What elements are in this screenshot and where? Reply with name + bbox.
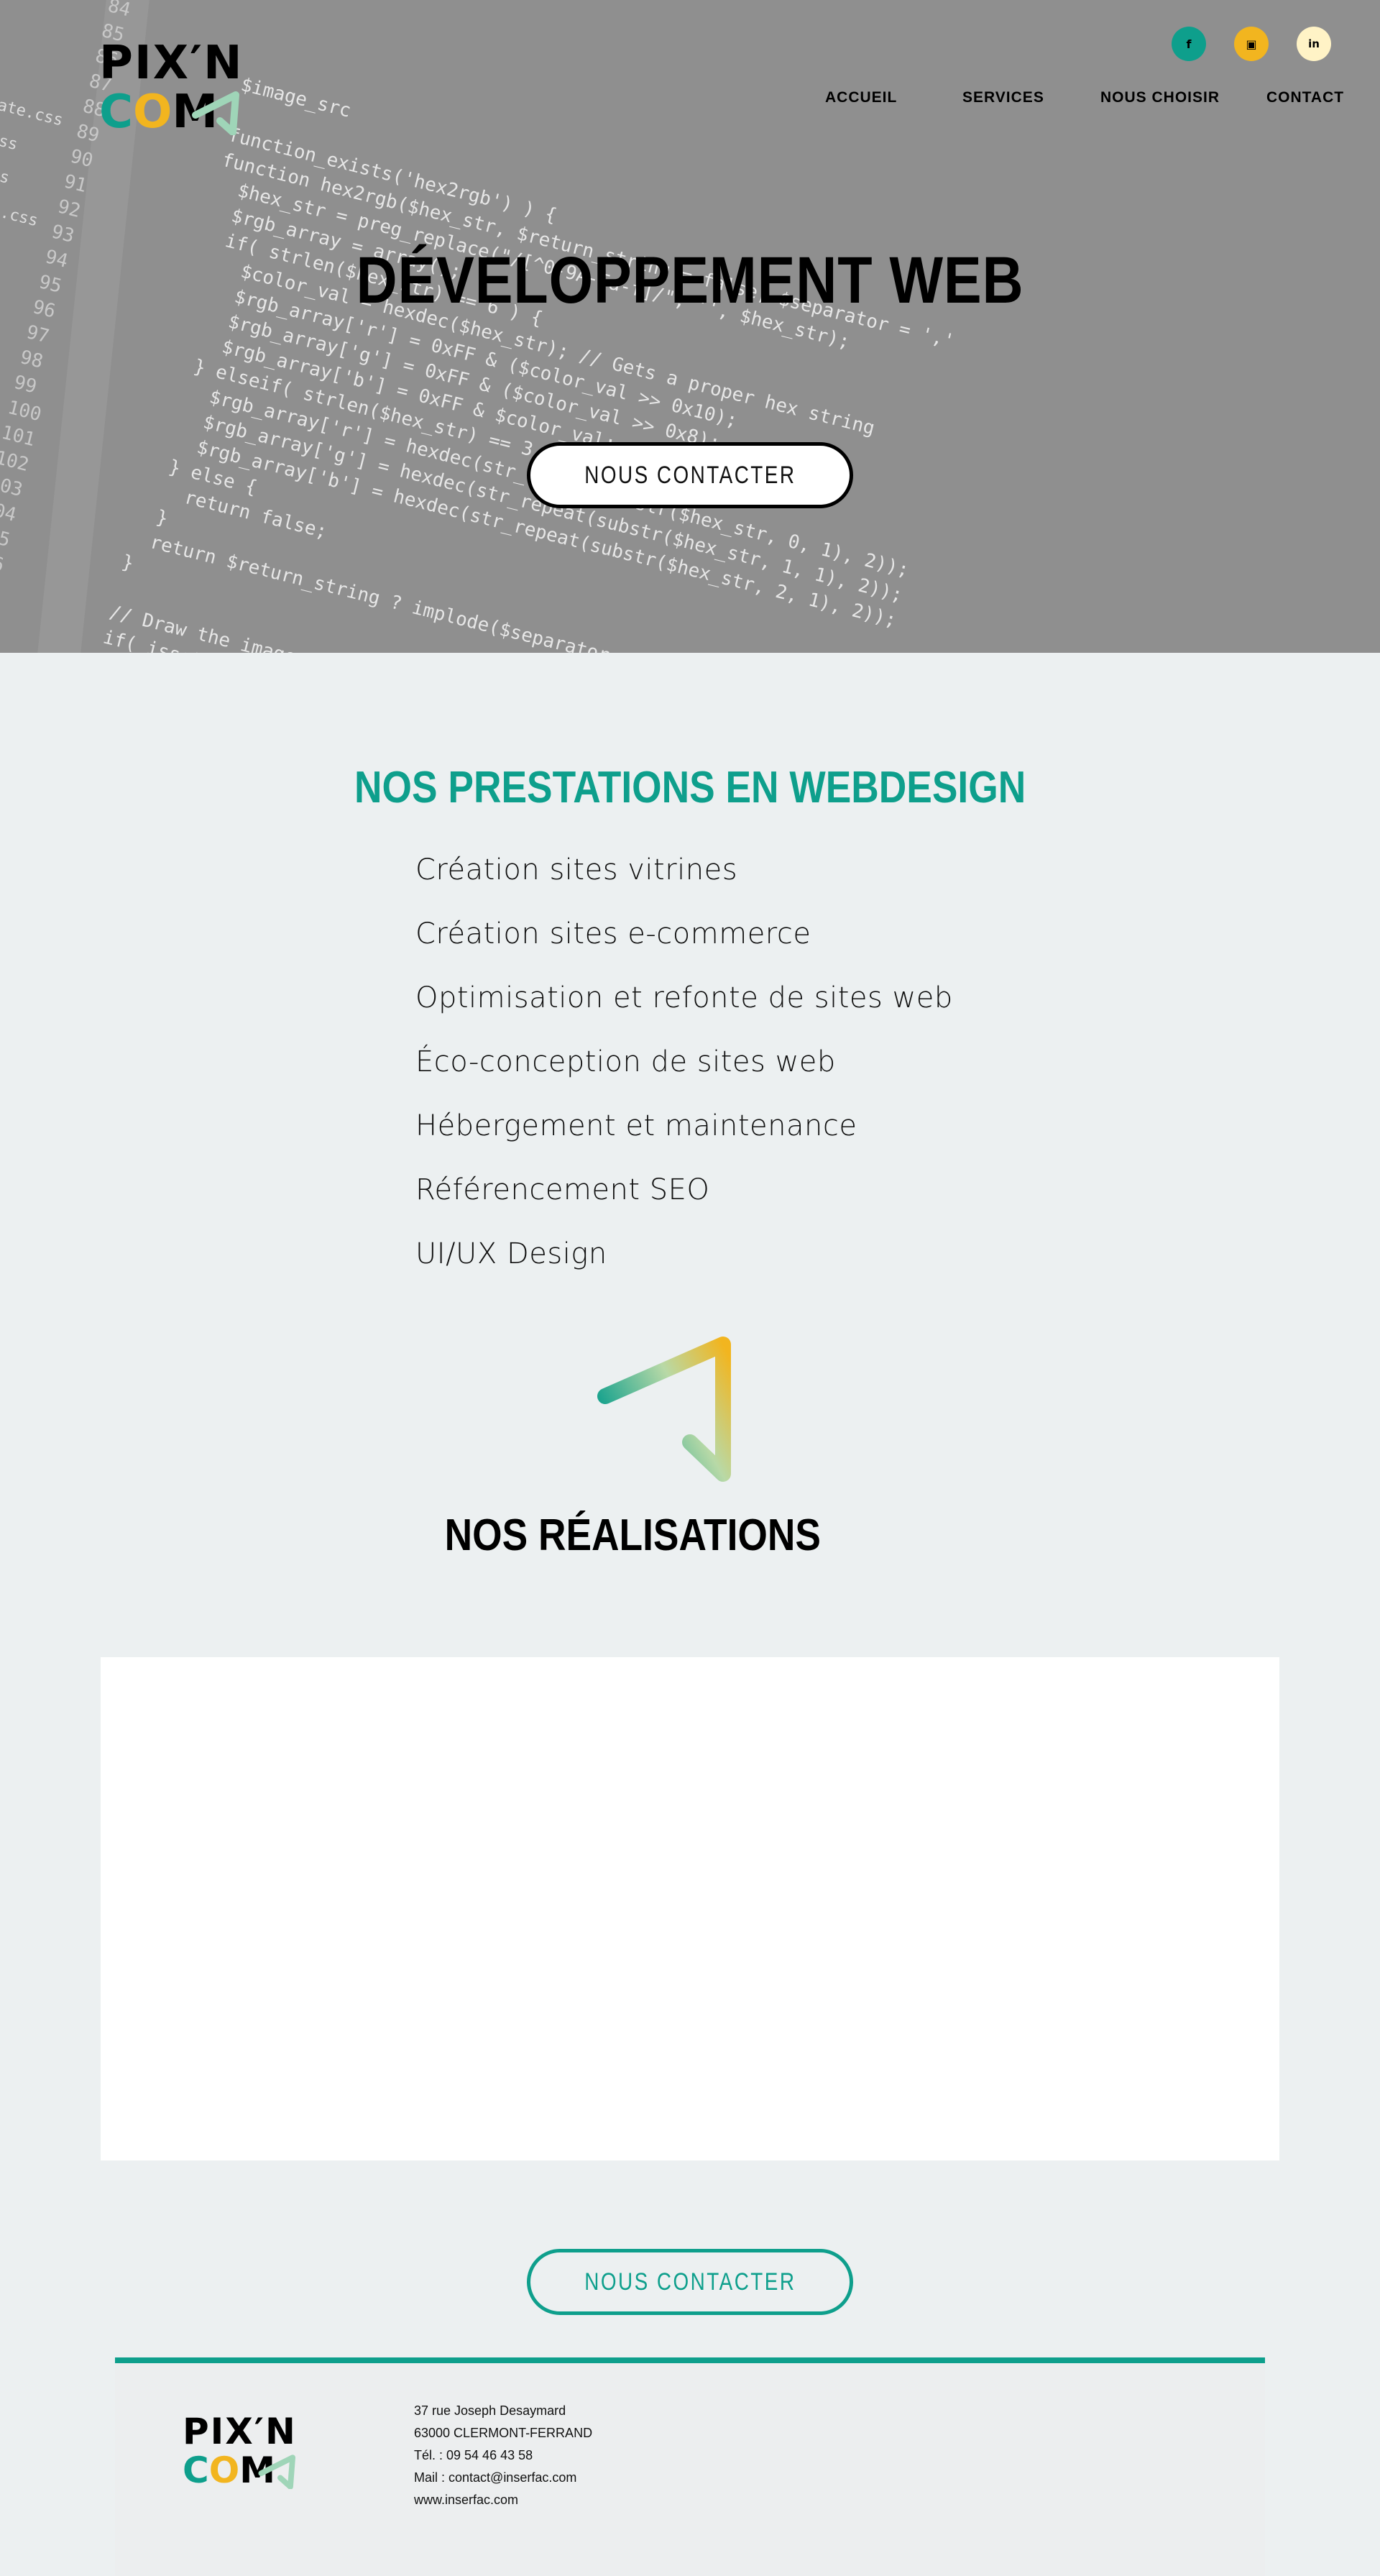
logo-text-top: PIX′N xyxy=(183,2411,297,2452)
hero-banner: 84 85 86 87 88 89 90 91 92 93 94 95 96 9… xyxy=(0,0,1380,653)
footer-phone: Tél. : 09 54 46 43 58 xyxy=(414,2448,533,2462)
list-item: UI/UX Design xyxy=(415,1237,607,1270)
facebook-icon[interactable]: f xyxy=(1172,27,1206,61)
nav-nous-choisir[interactable]: NOUS CHOISIR xyxy=(1100,89,1220,106)
linkedin-icon[interactable]: in xyxy=(1297,27,1331,61)
nav-accueil[interactable]: ACCUEIL xyxy=(825,89,897,106)
footer-contact-info: 37 rue Joseph Desaymard 63000 CLERMONT-F… xyxy=(414,2400,592,2511)
nav-services[interactable]: SERVICES xyxy=(962,89,1044,106)
services-list: Création sites vitrines Création sites e… xyxy=(415,848,953,1296)
realisations-title: NOS RÉALISATIONS xyxy=(444,1511,821,1560)
logo-text-top: PIX′N xyxy=(99,37,244,90)
logo-triangle-icon xyxy=(192,91,239,135)
list-item: Création sites vitrines xyxy=(415,853,738,886)
nav-contact[interactable]: CONTACT xyxy=(1266,89,1344,106)
realisations-gallery xyxy=(101,1657,1279,2160)
contact-button[interactable]: NOUS CONTACTER xyxy=(527,2249,853,2315)
footer-website-link[interactable]: www.inserfac.com xyxy=(414,2489,592,2511)
footer-city: 63000 CLERMONT-FERRAND xyxy=(414,2426,593,2440)
list-item: Référencement SEO xyxy=(415,1173,710,1206)
footer-logo[interactable]: PIX′N COM xyxy=(183,2413,305,2490)
list-item: Hébergement et maintenance xyxy=(415,1109,857,1142)
footer-divider xyxy=(115,2357,1265,2363)
logo-text-bottom: COM xyxy=(99,86,247,138)
prestations-title: NOS PRESTATIONS EN WEBDESIGN xyxy=(354,763,1026,812)
instagram-icon[interactable]: ▣ xyxy=(1234,27,1269,61)
list-item: Éco-conception de sites web xyxy=(415,1045,836,1078)
page-title: DÉVELOPPEMENT WEB xyxy=(356,244,1024,317)
logo-triangle-icon xyxy=(258,2454,295,2489)
footer-mail: Mail : contact@inserfac.com xyxy=(414,2470,577,2485)
hero-contact-button[interactable]: NOUS CONTACTER xyxy=(527,442,853,508)
header-logo[interactable]: PIX′N COM xyxy=(99,40,247,138)
brand-triangle-icon xyxy=(597,1337,731,1482)
code-snippet: $image_src function_exists('hex2rgb') ) … xyxy=(101,73,957,653)
logo-text-bottom: COM xyxy=(183,2450,305,2490)
footer-address: 37 rue Joseph Desaymard xyxy=(414,2403,566,2418)
list-item: Optimisation et refonte de sites web xyxy=(415,981,953,1014)
list-item: Création sites e-commerce xyxy=(415,917,811,950)
